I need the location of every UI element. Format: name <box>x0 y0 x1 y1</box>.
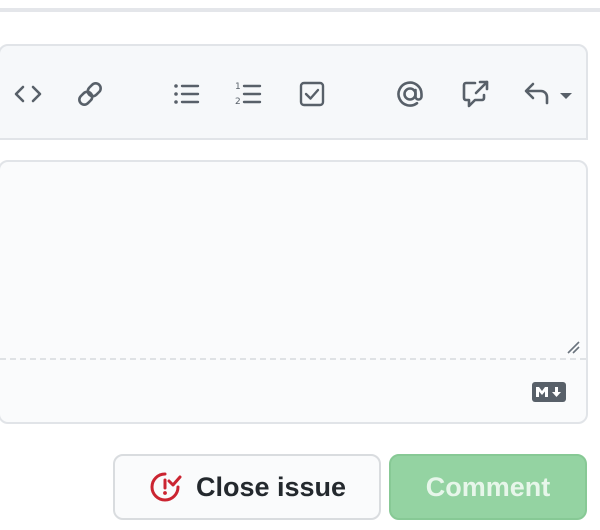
mention-icon <box>397 81 423 107</box>
issue-closed-icon <box>150 472 182 502</box>
comment-button[interactable]: Comment <box>389 454 587 520</box>
ordered-list-icon: 1 2 <box>235 82 262 107</box>
svg-text:2: 2 <box>235 97 241 107</box>
unordered-list-button[interactable] <box>166 74 206 114</box>
code-button[interactable] <box>8 74 48 114</box>
comment-textarea[interactable] <box>0 160 588 424</box>
link-icon <box>78 82 102 106</box>
comment-composer: 1 2 Close issue Comment <box>0 0 600 530</box>
ordered-list-button[interactable]: 1 2 <box>228 74 268 114</box>
close-issue-button[interactable]: Close issue <box>113 454 381 520</box>
markdown-icon[interactable] <box>532 382 566 402</box>
saved-reply-icon <box>524 82 572 105</box>
unordered-list-icon <box>174 84 200 104</box>
link-button[interactable] <box>70 74 110 114</box>
top-divider <box>0 8 600 12</box>
comment-label: Comment <box>425 471 551 502</box>
task-list-button[interactable] <box>292 74 332 114</box>
comment-actions: Close issue Comment <box>0 454 600 520</box>
cross-reference-icon <box>462 80 489 108</box>
mention-button[interactable] <box>390 74 430 114</box>
saved-reply-button[interactable] <box>520 74 580 114</box>
svg-text:1: 1 <box>235 82 241 92</box>
task-list-icon <box>299 81 325 107</box>
markdown-toolbar: 1 2 <box>0 44 588 140</box>
resize-grip-icon[interactable] <box>566 340 580 354</box>
cross-reference-button[interactable] <box>456 74 496 114</box>
comment-editor: 1 2 <box>0 44 588 424</box>
code-icon <box>14 85 42 103</box>
drop-zone-divider <box>0 358 586 360</box>
close-issue-label: Close issue <box>195 471 347 502</box>
